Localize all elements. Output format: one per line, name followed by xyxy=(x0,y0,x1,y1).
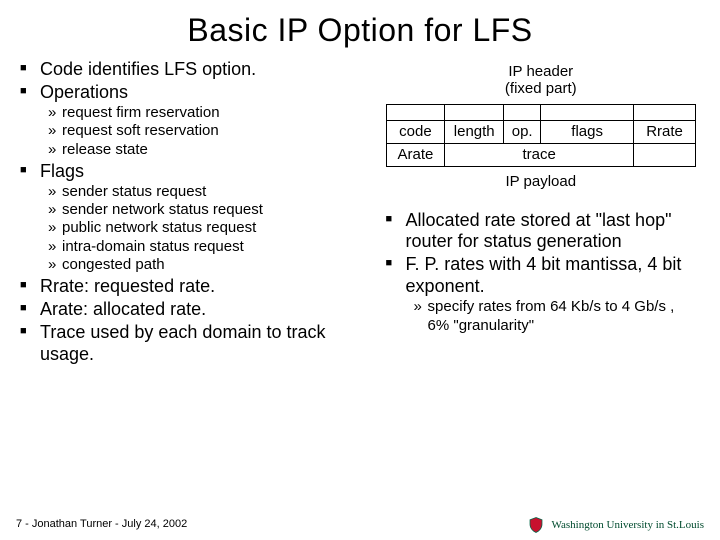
text: code xyxy=(399,123,432,140)
left-bullets: Code identifies LFS option. Operations r… xyxy=(20,59,368,366)
bullet-fp-rates: F. P. rates with 4 bit mantissa, 4 bit e… xyxy=(386,254,700,335)
footer-text: 7 - Jonathan Turner - July 24, 2002 xyxy=(16,518,187,530)
sub-item: intra-domain status request xyxy=(48,238,368,256)
text: specify rates from 64 Kb/s to 4 Gb/s , 6… xyxy=(428,298,675,333)
text: trace xyxy=(523,146,556,163)
slide-title: Basic IP Option for LFS xyxy=(20,12,700,49)
shield-icon xyxy=(527,516,545,534)
text: op. xyxy=(512,123,533,140)
columns: Code identifies LFS option. Operations r… xyxy=(20,59,700,367)
flags-sublist: sender status request sender network sta… xyxy=(40,183,368,274)
text: length xyxy=(454,123,495,140)
sub-item: sender network status request xyxy=(48,201,368,219)
text: F. P. rates with 4 bit mantissa, 4 bit e… xyxy=(406,254,682,296)
text: Trace used by each domain to track usage… xyxy=(40,322,325,364)
bullet-arate: Arate: allocated rate. xyxy=(20,299,368,321)
cell-code: code xyxy=(386,120,445,143)
text: public network status request xyxy=(62,219,256,236)
text: request firm reservation xyxy=(62,104,220,121)
ip-payload-label: IP payload xyxy=(386,167,696,200)
text: Code identifies LFS option. xyxy=(40,59,256,79)
ip-packet-diagram: IP header (fixed part) code length op. f… xyxy=(386,63,696,200)
cell-op: op. xyxy=(504,120,541,143)
bullet-trace: Trace used by each domain to track usage… xyxy=(20,322,368,366)
text: Flags xyxy=(40,161,84,181)
bullet-allocated-rate: Allocated rate stored at "last hop" rout… xyxy=(386,210,700,254)
text: Arate xyxy=(398,146,434,163)
cell-empty xyxy=(634,143,696,166)
text: sender status request xyxy=(62,183,206,200)
fp-sublist: specify rates from 64 Kb/s to 4 Gb/s , 6… xyxy=(406,298,700,335)
cell-arate: Arate xyxy=(386,143,445,166)
sub-item: sender status request xyxy=(48,183,368,201)
operations-sublist: request firm reservation request soft re… xyxy=(40,104,368,159)
sub-item: request soft reservation xyxy=(48,122,368,140)
bullet-flags: Flags sender status request sender netwo… xyxy=(20,161,368,274)
text: intra-domain status request xyxy=(62,238,244,255)
text: Rrate xyxy=(646,123,683,140)
right-bullets: Allocated rate stored at "last hop" rout… xyxy=(386,210,700,335)
text: Arate: allocated rate. xyxy=(40,299,206,319)
bullet-rrate: Rrate: requested rate. xyxy=(20,276,368,298)
logo-text: Washington University in St.Louis xyxy=(551,519,704,531)
text: Operations xyxy=(40,82,128,102)
packet-table: code length op. flags Rrate Arate trace xyxy=(386,104,696,167)
sub-item: congested path xyxy=(48,256,368,274)
sub-item: release state xyxy=(48,141,368,159)
text: release state xyxy=(62,141,148,158)
text: (fixed part) xyxy=(505,80,577,97)
text: Rrate: requested rate. xyxy=(40,276,215,296)
text: IP payload xyxy=(505,173,576,190)
bullet-code: Code identifies LFS option. xyxy=(20,59,368,81)
text: flags xyxy=(571,123,603,140)
text: Allocated rate stored at "last hop" rout… xyxy=(406,210,672,252)
university-logo: Washington University in St.Louis xyxy=(527,516,704,534)
text: request soft reservation xyxy=(62,122,219,139)
ip-header-label: IP header (fixed part) xyxy=(386,63,696,98)
sub-item: request firm reservation xyxy=(48,104,368,122)
sub-item: public network status request xyxy=(48,219,368,237)
title-text: Basic IP Option for LFS xyxy=(187,12,532,48)
text: IP header xyxy=(508,63,573,80)
sub-item: specify rates from 64 Kb/s to 4 Gb/s , 6… xyxy=(414,298,700,335)
cell-rrate: Rrate xyxy=(634,120,696,143)
column-right: IP header (fixed part) code length op. f… xyxy=(386,59,700,367)
slide: Basic IP Option for LFS Code identifies … xyxy=(0,0,720,540)
cell-flags: flags xyxy=(541,120,634,143)
column-left: Code identifies LFS option. Operations r… xyxy=(20,59,368,367)
cell-length: length xyxy=(445,120,504,143)
footer: 7 - Jonathan Turner - July 24, 2002 xyxy=(16,518,187,530)
text: sender network status request xyxy=(62,201,263,218)
text: congested path xyxy=(62,256,165,273)
bullet-operations: Operations request firm reservation requ… xyxy=(20,82,368,159)
cell-trace: trace xyxy=(445,143,634,166)
